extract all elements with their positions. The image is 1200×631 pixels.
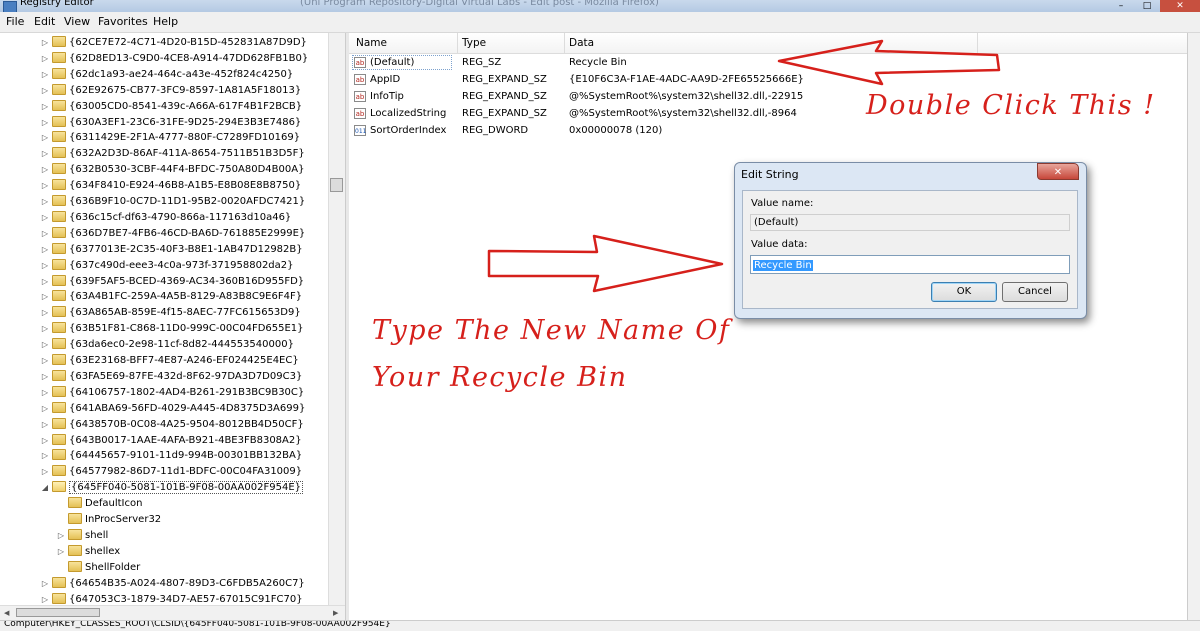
annotation-type-line1: Type The New Name Of	[372, 315, 731, 346]
arrow-to-value-data-icon	[487, 234, 724, 293]
arrow-to-default-icon	[777, 39, 1001, 86]
annotation-double-click: Double Click This !	[866, 90, 1156, 121]
annotation-type-line2: Your Recycle Bin	[372, 362, 628, 393]
